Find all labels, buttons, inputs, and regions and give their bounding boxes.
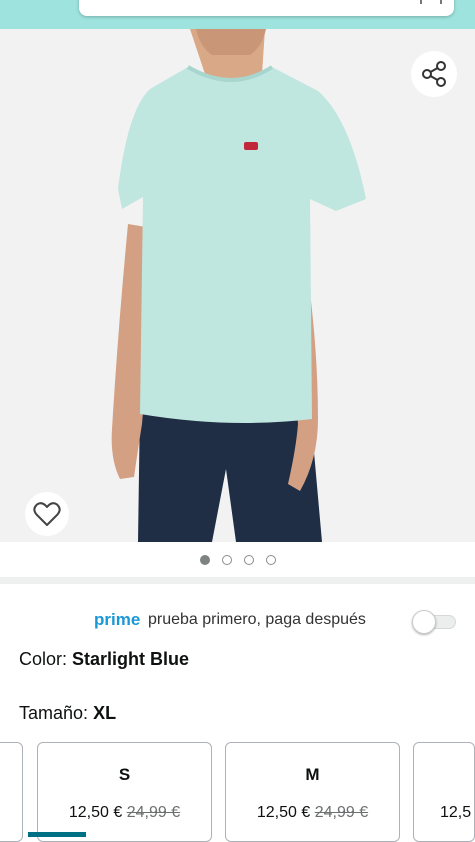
- share-button[interactable]: [411, 51, 457, 97]
- search-bar[interactable]: [79, 0, 454, 16]
- color-selection: Color: Starlight Blue: [19, 649, 189, 670]
- share-icon: [422, 61, 446, 87]
- prime-toggle[interactable]: [412, 610, 456, 634]
- size-value: XL: [93, 703, 117, 723]
- size-option-label: M: [305, 765, 320, 784]
- size-option-prices: 12,50 € 24,99 €: [38, 804, 211, 822]
- size-price: 12,5: [440, 804, 472, 821]
- size-option-m[interactable]: M 12,50 € 24,99 €: [225, 742, 400, 842]
- size-price: 12,50 €: [68, 804, 123, 821]
- size-old-price: 24,99 €: [126, 804, 181, 821]
- top-bar: [0, 0, 475, 29]
- size-option-partial-left[interactable]: [0, 742, 23, 842]
- carousel-dot[interactable]: [199, 555, 210, 565]
- size-option-s[interactable]: S 12,50 € 24,99 €: [37, 742, 212, 842]
- size-option-prices: 12,5: [440, 804, 474, 822]
- carousel-dot[interactable]: [221, 555, 232, 565]
- product-image[interactable]: [0, 29, 475, 542]
- scroll-indicator: [28, 832, 86, 837]
- size-selection: Tamaño: XL: [19, 703, 116, 724]
- product-photo: [0, 29, 475, 542]
- carousel-dot[interactable]: [265, 555, 276, 565]
- color-value: Starlight Blue: [72, 649, 190, 669]
- size-label: Tamaño:: [19, 703, 89, 723]
- carousel-dot[interactable]: [243, 555, 254, 565]
- size-option-label: S: [118, 765, 131, 784]
- color-label: Color:: [19, 649, 68, 669]
- section-divider: [0, 577, 475, 584]
- image-carousel-indicator: [0, 550, 475, 570]
- prime-try-before-buy: prime prueba primero, paga después: [0, 608, 475, 634]
- heart-icon: [33, 502, 61, 526]
- prime-text: prueba primero, paga después: [148, 611, 366, 628]
- favorite-button[interactable]: [25, 492, 69, 536]
- prime-logo: prime: [94, 610, 141, 629]
- brand-logo: [244, 142, 258, 150]
- size-option-partial-right[interactable]: 12,5: [413, 742, 475, 842]
- size-price: 12,50 €: [256, 804, 311, 821]
- toggle-knob: [412, 610, 436, 634]
- size-old-price: 24,99 €: [314, 804, 369, 821]
- camera-icon[interactable]: [420, 0, 442, 14]
- size-option-prices: 12,50 € 24,99 €: [226, 804, 399, 822]
